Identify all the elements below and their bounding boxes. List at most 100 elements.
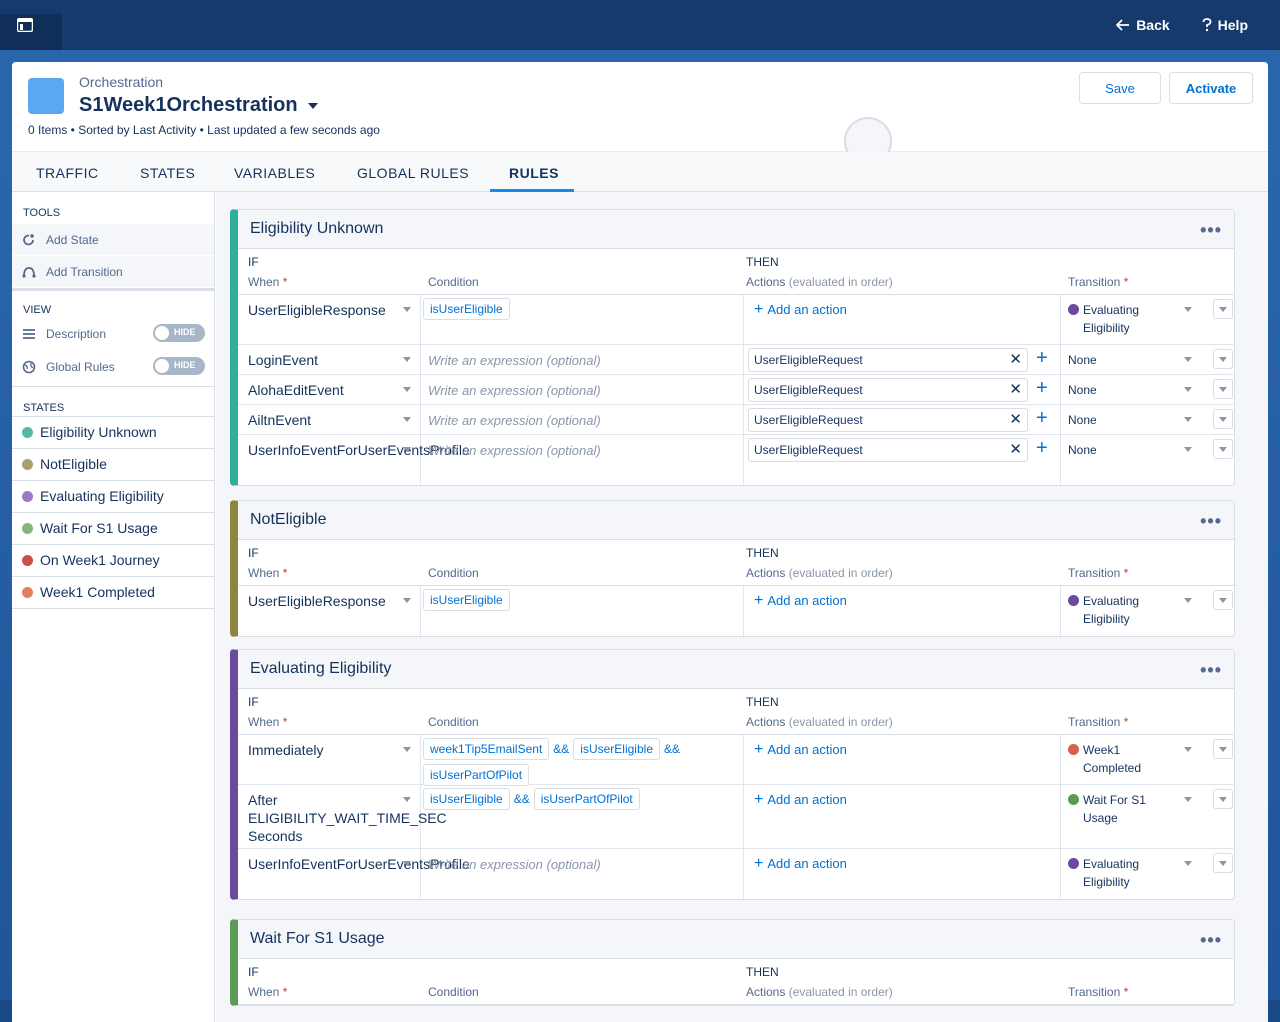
save-button[interactable]: Save bbox=[1079, 72, 1161, 104]
add-action-icon[interactable]: + bbox=[1036, 347, 1048, 370]
add-action-icon[interactable]: + bbox=[1036, 437, 1048, 460]
add-action-link[interactable]: + Add an action bbox=[754, 855, 847, 873]
condition-expression[interactable]: week1Tip5EmailSent && isUserEligible &&isUs… bbox=[423, 738, 743, 790]
state-item[interactable]: Week1 Completed bbox=[12, 576, 214, 607]
when-dropdown-icon[interactable] bbox=[403, 357, 411, 362]
row-menu-button[interactable] bbox=[1213, 439, 1233, 459]
condition-pill[interactable]: isUserPartOfPilot bbox=[533, 788, 640, 810]
description-toggle[interactable]: HIDE bbox=[153, 324, 205, 342]
app-launcher[interactable] bbox=[0, 14, 62, 50]
condition-pill[interactable]: week1Tip5EmailSent bbox=[423, 738, 550, 760]
when-select[interactable]: Immediately bbox=[248, 741, 388, 759]
transition-select[interactable]: Evaluating Eligibility bbox=[1068, 592, 1178, 628]
row-menu-button[interactable] bbox=[1213, 409, 1233, 429]
condition-pill[interactable]: isUserEligible bbox=[573, 738, 660, 760]
add-action-link[interactable]: + Add an action bbox=[754, 791, 847, 809]
action-input[interactable]: UserEligibleRequest ✕ bbox=[748, 378, 1028, 402]
when-select[interactable]: UserInfoEventForUserEventsProfile bbox=[248, 441, 470, 459]
transition-select[interactable]: Wait For S1 Usage bbox=[1068, 791, 1178, 827]
when-dropdown-icon[interactable] bbox=[403, 797, 411, 802]
add-action-link[interactable]: + Add an action bbox=[754, 741, 847, 759]
transition-dropdown-icon[interactable] bbox=[1184, 747, 1192, 752]
state-item[interactable]: Wait For S1 Usage bbox=[12, 512, 214, 543]
when-dropdown-icon[interactable] bbox=[403, 861, 411, 866]
tab-states[interactable]: STATES bbox=[140, 152, 195, 192]
transition-dropdown-icon[interactable] bbox=[1184, 447, 1192, 452]
transition-dropdown-icon[interactable] bbox=[1184, 417, 1192, 422]
state-item[interactable]: Evaluating Eligibility bbox=[12, 480, 214, 511]
more-actions-button[interactable]: ••• bbox=[1200, 660, 1222, 681]
when-select[interactable]: After ELIGIBILITY_WAIT_TIME_SEC Seconds bbox=[248, 791, 447, 845]
transition-select[interactable]: Evaluating Eligibility bbox=[1068, 855, 1178, 891]
transition-select[interactable]: Week1 Completed bbox=[1068, 741, 1178, 777]
add-action-link[interactable]: + Add an action bbox=[754, 301, 847, 319]
transition-select[interactable]: None bbox=[1068, 441, 1178, 459]
condition-expression[interactable]: isUserEligible bbox=[423, 589, 743, 615]
back-link[interactable]: Back bbox=[1116, 17, 1170, 33]
transition-select[interactable]: None bbox=[1068, 411, 1178, 429]
condition-input[interactable]: Write an expression (optional) bbox=[428, 353, 601, 368]
row-menu-button[interactable] bbox=[1213, 789, 1233, 809]
row-menu-button[interactable] bbox=[1213, 299, 1233, 319]
condition-pill[interactable]: isUserEligible bbox=[423, 298, 510, 320]
transition-dropdown-icon[interactable] bbox=[1184, 307, 1192, 312]
more-actions-button[interactable]: ••• bbox=[1200, 220, 1222, 241]
remove-action-icon[interactable]: ✕ bbox=[1009, 409, 1022, 431]
condition-input[interactable]: Write an expression (optional) bbox=[428, 413, 601, 428]
add-action-link[interactable]: + Add an action bbox=[754, 592, 847, 610]
tab-variables[interactable]: VARIABLES bbox=[234, 152, 315, 192]
more-actions-button[interactable]: ••• bbox=[1200, 511, 1222, 532]
tab-traffic[interactable]: TRAFFIC bbox=[36, 152, 99, 192]
remove-action-icon[interactable]: ✕ bbox=[1009, 379, 1022, 401]
tab-global-rules[interactable]: GLOBAL RULES bbox=[357, 152, 469, 192]
when-dropdown-icon[interactable] bbox=[403, 747, 411, 752]
state-item[interactable]: On Week1 Journey bbox=[12, 544, 214, 575]
transition-dropdown-icon[interactable] bbox=[1184, 598, 1192, 603]
transition-dropdown-icon[interactable] bbox=[1184, 387, 1192, 392]
row-menu-button[interactable] bbox=[1213, 590, 1233, 610]
when-select[interactable]: AlohaEditEvent bbox=[248, 381, 388, 399]
condition-input[interactable]: Write an expression (optional) bbox=[428, 857, 601, 872]
add-state-button[interactable]: Add State bbox=[12, 224, 214, 255]
when-select[interactable]: UserInfoEventForUserEventsProfile bbox=[248, 855, 470, 873]
add-action-icon[interactable]: + bbox=[1036, 407, 1048, 430]
remove-action-icon[interactable]: ✕ bbox=[1009, 349, 1022, 371]
add-transition-button[interactable]: Add Transition bbox=[12, 256, 214, 287]
more-actions-button[interactable]: ••• bbox=[1200, 930, 1222, 951]
row-menu-button[interactable] bbox=[1213, 739, 1233, 759]
help-link[interactable]: Help bbox=[1202, 17, 1248, 33]
action-input[interactable]: UserEligibleRequest ✕ bbox=[748, 438, 1028, 462]
activate-button[interactable]: Activate bbox=[1169, 72, 1253, 104]
condition-pill[interactable]: isUserPartOfPilot bbox=[423, 764, 530, 786]
condition-input[interactable]: Write an expression (optional) bbox=[428, 383, 601, 398]
when-select[interactable]: AiltnEvent bbox=[248, 411, 388, 429]
action-input[interactable]: UserEligibleRequest ✕ bbox=[748, 408, 1028, 432]
when-select[interactable]: LoginEvent bbox=[248, 351, 388, 369]
state-item[interactable]: NotEligible bbox=[12, 448, 214, 479]
action-input[interactable]: UserEligibleRequest ✕ bbox=[748, 348, 1028, 372]
condition-expression[interactable]: isUserEligible bbox=[423, 298, 743, 324]
row-menu-button[interactable] bbox=[1213, 379, 1233, 399]
tab-rules[interactable]: RULES bbox=[509, 152, 559, 192]
transition-dropdown-icon[interactable] bbox=[1184, 861, 1192, 866]
when-dropdown-icon[interactable] bbox=[403, 417, 411, 422]
when-select[interactable]: UserEligibleResponse bbox=[248, 301, 388, 319]
condition-pill[interactable]: isUserEligible bbox=[423, 788, 510, 810]
row-menu-button[interactable] bbox=[1213, 349, 1233, 369]
condition-pill[interactable]: isUserEligible bbox=[423, 589, 510, 611]
transition-select[interactable]: None bbox=[1068, 351, 1178, 369]
transition-dropdown-icon[interactable] bbox=[1184, 797, 1192, 802]
when-dropdown-icon[interactable] bbox=[403, 387, 411, 392]
condition-expression[interactable]: isUserEligible && isUserPartOfPilot bbox=[423, 788, 743, 814]
add-action-icon[interactable]: + bbox=[1036, 377, 1048, 400]
transition-select[interactable]: None bbox=[1068, 381, 1178, 399]
global-rules-toggle[interactable]: HIDE bbox=[153, 357, 205, 375]
when-dropdown-icon[interactable] bbox=[403, 598, 411, 603]
when-dropdown-icon[interactable] bbox=[403, 307, 411, 312]
state-item[interactable]: Eligibility Unknown bbox=[12, 416, 214, 447]
remove-action-icon[interactable]: ✕ bbox=[1009, 439, 1022, 461]
transition-select[interactable]: Evaluating Eligibility bbox=[1068, 301, 1178, 337]
row-menu-button[interactable] bbox=[1213, 853, 1233, 873]
when-select[interactable]: UserEligibleResponse bbox=[248, 592, 388, 610]
when-dropdown-icon[interactable] bbox=[403, 447, 411, 452]
